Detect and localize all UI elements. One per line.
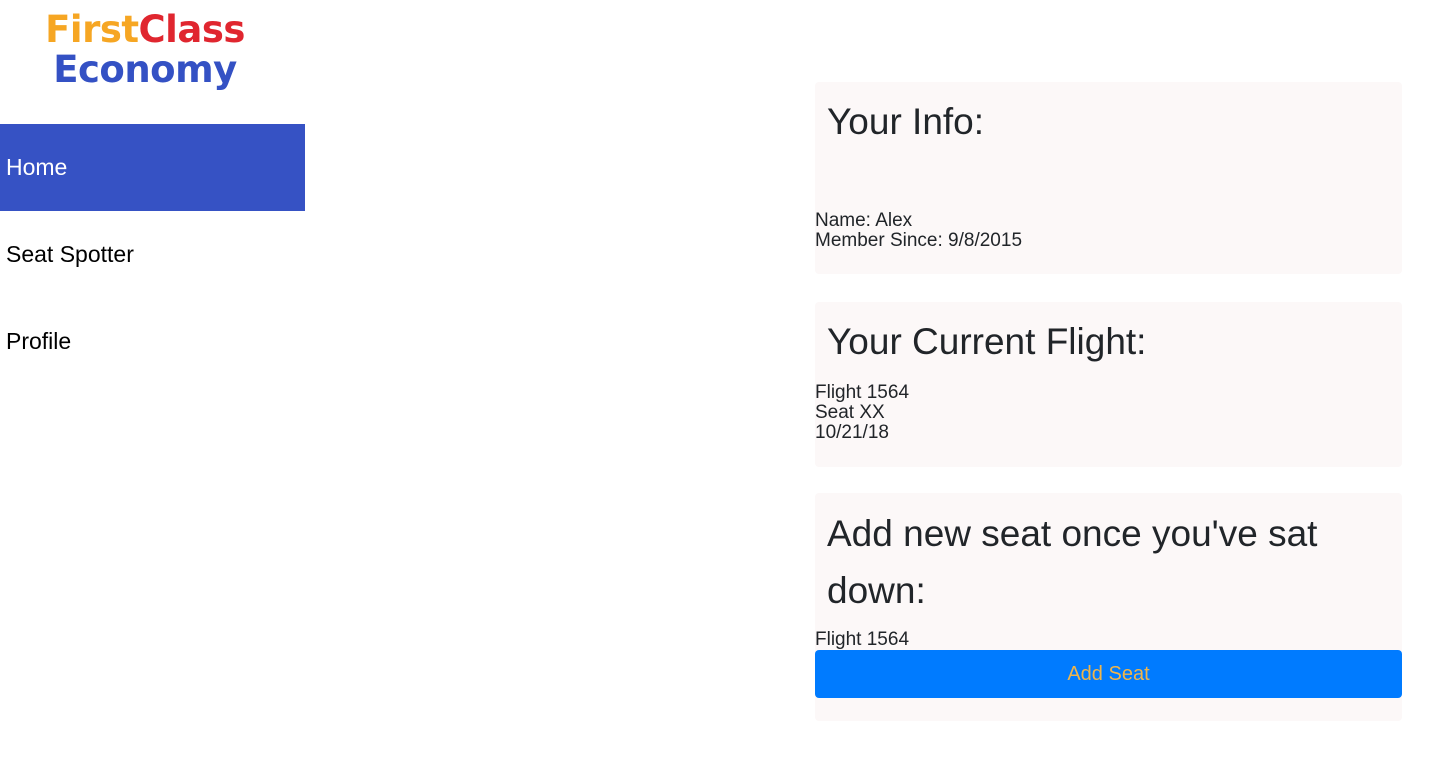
your-info-title: Your Info: [827,101,985,142]
logo-economy-text: Economy [53,48,237,91]
add-seat-details: Flight 1564 [815,630,909,650]
your-info-card: Your Info: Name: Alex Member Since: 9/8/… [815,82,1402,274]
member-since: Member Since: 9/8/2015 [815,230,1023,251]
your-info-details: Name: Alex Member Since: 9/8/2015 [815,211,1022,251]
logo-first-text: First [45,8,139,51]
add-seat-button[interactable]: Add Seat [815,650,1402,698]
sidebar-nav: Home Seat Spotter Profile [0,124,305,385]
current-flight-title: Your Current Flight: [827,321,1147,362]
sidebar-item-profile[interactable]: Profile [0,298,305,385]
sidebar-item-seat-spotter[interactable]: Seat Spotter [0,211,305,298]
add-seat-card: Add new seat once you've sat down: Fligh… [815,493,1402,721]
add-seat-title: Add new seat once you've sat down: [827,513,1318,611]
member-name: Name: Alex [815,210,913,231]
add-seat-flight-number: Flight 1564 [815,629,910,650]
brand-logo: FirstClass Economy [40,10,250,90]
flight-date: 10/21/18 [815,422,889,443]
current-flight-details: Flight 1564 Seat XX 10/21/18 [815,383,909,443]
logo-class-text: Class [138,8,246,51]
current-flight-card: Your Current Flight: Flight 1564 Seat XX… [815,302,1402,467]
seat-number: Seat XX [815,402,885,423]
flight-number: Flight 1564 [815,382,910,403]
sidebar-item-home[interactable]: Home [0,124,305,211]
